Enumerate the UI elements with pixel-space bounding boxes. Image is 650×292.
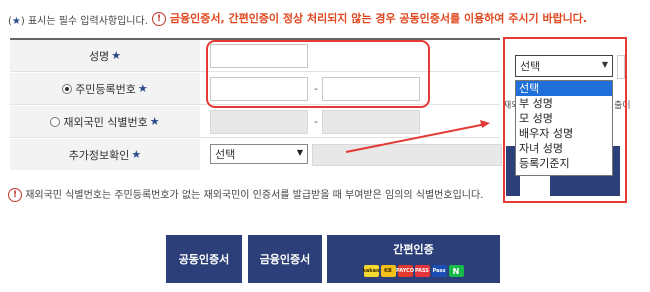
overseas-id-front-input[interactable]: [210, 110, 308, 134]
kakao-icon: kakao: [363, 265, 379, 277]
chevron-down-icon: ▼: [296, 148, 303, 157]
kb-icon: KB: [380, 265, 396, 277]
easy-auth-provider-icons: kakao KB PAYCO PASS Pass N: [363, 265, 464, 277]
additional-info-select[interactable]: 선택 ▼: [210, 144, 308, 164]
dash: -: [314, 115, 318, 128]
pass-icon: PASS: [414, 265, 430, 277]
payco-icon: PAYCO: [396, 265, 414, 277]
warning-icon: !: [8, 188, 22, 202]
required-notice: (★) 표시는 필수 입력사항입니다.: [8, 16, 148, 27]
financial-certificate-button[interactable]: 금융인증서: [248, 235, 322, 283]
overseas-id-footnote: ! 재외국민 식별번호는 주민등록번호가 없는 재외국민이 인증서를 발급받을 …: [8, 186, 483, 202]
samsung-pass-icon: Pass: [431, 265, 447, 277]
highlight-dropdown-box: [503, 37, 627, 203]
additional-info-label: 추가정보확인 ★: [10, 139, 200, 170]
overseas-id-label[interactable]: 재외국민 식별번호 ★: [10, 106, 200, 137]
warning-icon: !: [152, 12, 166, 26]
easy-auth-button[interactable]: 간편인증 kakao KB PAYCO PASS Pass N: [327, 235, 500, 283]
rrn-radio[interactable]: [62, 83, 73, 94]
warning-notice: ! 금융인증서, 간편인증이 정상 처리되지 않는 경우 공동인증서를 이용하여…: [152, 10, 587, 26]
rrn-label[interactable]: 주민등록번호 ★: [10, 73, 200, 104]
highlight-inputs-box: [206, 40, 430, 108]
naver-icon: N: [448, 265, 464, 277]
joint-certificate-button[interactable]: 공동인증서: [166, 235, 242, 283]
name-label: 성명 ★: [10, 40, 200, 71]
easy-auth-label: 간편인증: [393, 243, 434, 256]
pointer-arrow-icon: [345, 120, 490, 153]
overseas-id-radio[interactable]: [50, 116, 61, 127]
